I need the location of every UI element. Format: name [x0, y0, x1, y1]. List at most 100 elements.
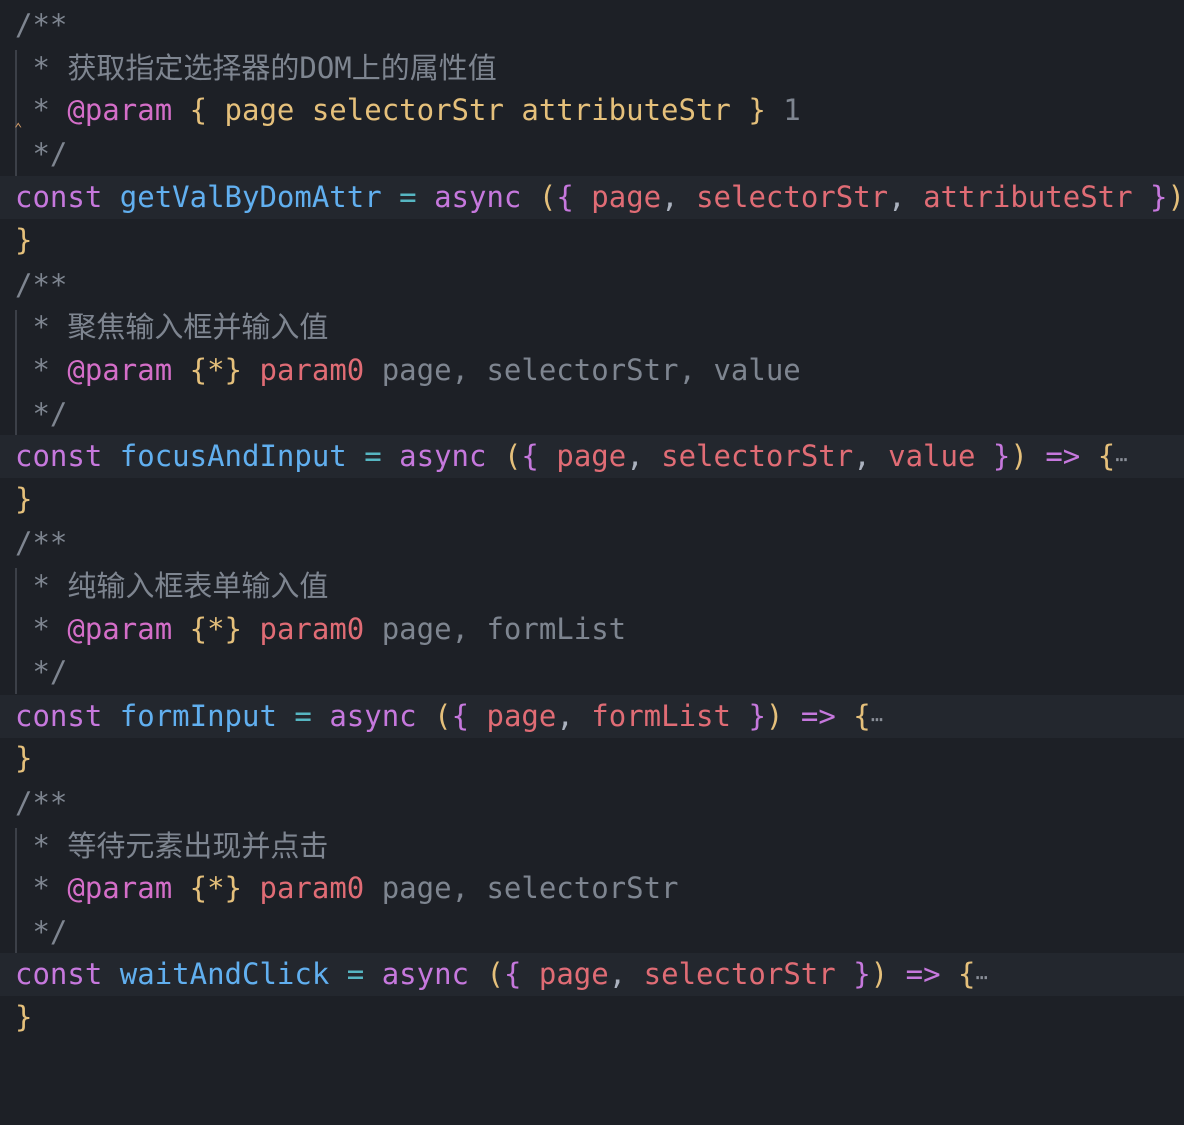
- code-line[interactable]: /**: [0, 4, 1184, 47]
- open-brace: {: [556, 180, 574, 214]
- assign-operator: =: [294, 699, 312, 733]
- param-description: page, formList: [364, 612, 627, 646]
- close-brace: }: [853, 957, 871, 991]
- function-name[interactable]: waitAndClick: [120, 957, 330, 991]
- code-line-current[interactable]: const getValByDomAttr = async ({ page, s…: [0, 176, 1184, 219]
- code-line[interactable]: */: [0, 133, 1184, 176]
- assign-operator: =: [364, 439, 382, 473]
- close-paren: ): [870, 957, 889, 991]
- closing-brace: }: [15, 1000, 33, 1034]
- comment-star: *: [15, 871, 68, 905]
- close-brace: }: [748, 699, 766, 733]
- parameter: selectorStr: [643, 957, 836, 991]
- code-line[interactable]: * 获取指定选择器的DOM上的属性值: [0, 47, 1184, 90]
- code-line[interactable]: * 纯输入框表单输入值: [0, 565, 1184, 608]
- async-keyword: async: [399, 439, 487, 473]
- param-name: param0: [259, 612, 365, 646]
- param-type: {*}: [189, 353, 243, 387]
- code-line[interactable]: */: [0, 393, 1184, 436]
- folded-region-marker[interactable]: ⋯: [975, 965, 987, 989]
- open-paren: (: [486, 957, 504, 991]
- code-line[interactable]: */: [0, 911, 1184, 954]
- body-open-brace: {: [958, 957, 976, 991]
- open-brace: {: [521, 439, 539, 473]
- code-line[interactable]: * 聚焦输入框并输入值: [0, 306, 1184, 349]
- param-type: {*}: [189, 871, 243, 905]
- code-editor[interactable]: /** * 获取指定选择器的DOM上的属性值 * @param { page s…: [0, 0, 1184, 1044]
- close-brace: }: [1150, 180, 1168, 214]
- function-name[interactable]: focusAndInput: [120, 439, 347, 473]
- code-line[interactable]: }: [0, 219, 1184, 262]
- code-line[interactable]: const formInput = async ({ page, formLis…: [0, 695, 1184, 738]
- parameter: page: [538, 957, 609, 991]
- parameter: formList: [591, 699, 731, 733]
- comma: ,: [888, 180, 906, 214]
- comment-star: *: [15, 310, 68, 344]
- open-paren: (: [538, 180, 557, 214]
- param-name: param0: [259, 871, 365, 905]
- param-tag: @param: [67, 612, 173, 646]
- comma: ,: [853, 439, 871, 473]
- function-name[interactable]: formInput: [120, 699, 277, 733]
- doc-comment-open: /**: [15, 786, 68, 820]
- folded-region-marker[interactable]: ⋯: [871, 707, 883, 731]
- comment-star: *: [15, 93, 68, 127]
- code-line[interactable]: }: [0, 478, 1184, 521]
- comment-description: 纯输入框表单输入值: [67, 569, 329, 603]
- code-line[interactable]: * @param {*} param0 page, selectorStr: [0, 867, 1184, 910]
- code-line[interactable]: * @param {*} param0 page, formList: [0, 608, 1184, 651]
- async-keyword: async: [381, 957, 470, 991]
- comment-description: 等待元素出现并点击: [67, 829, 329, 863]
- body-open-brace: {: [853, 699, 871, 733]
- close-paren: ): [765, 699, 784, 733]
- close-brace: }: [992, 439, 1011, 473]
- param-description: page, selectorStr: [364, 871, 679, 905]
- param-name: param0: [259, 353, 365, 387]
- arrow-operator: =>: [1045, 439, 1081, 473]
- code-line[interactable]: * @param {*} param0 page, selectorStr, v…: [0, 349, 1184, 392]
- parameter: value: [888, 439, 976, 473]
- open-paren: (: [434, 699, 452, 733]
- warning-squiggle: ⌃: [14, 121, 23, 137]
- closing-brace: }: [15, 482, 33, 516]
- param-type-open: {: [189, 93, 208, 127]
- code-line[interactable]: /**: [0, 782, 1184, 825]
- code-line[interactable]: /**: [0, 264, 1184, 307]
- parameter: page: [486, 699, 557, 733]
- function-name[interactable]: getValByDomAttr: [120, 180, 382, 214]
- param-type-body: page selectorStr attributeStr: [207, 93, 749, 127]
- code-line[interactable]: }: [0, 737, 1184, 780]
- folded-region-marker[interactable]: ⋯: [1115, 447, 1127, 471]
- doc-comment-close: */: [15, 137, 68, 171]
- comment-star: *: [15, 829, 68, 863]
- param-trailing: 1: [765, 93, 801, 127]
- parameter: attributeStr: [923, 180, 1133, 214]
- closing-brace: }: [15, 223, 33, 257]
- comment-description: 获取指定选择器的DOM上的属性值: [67, 51, 497, 85]
- code-line[interactable]: /**: [0, 522, 1184, 565]
- parameter: selectorStr: [661, 439, 854, 473]
- doc-comment-open: /**: [15, 268, 68, 302]
- code-line[interactable]: const focusAndInput = async ({ page, sel…: [0, 435, 1184, 478]
- comment-star: *: [15, 353, 68, 387]
- closing-brace: }: [15, 741, 33, 775]
- const-keyword: const: [15, 180, 103, 214]
- close-paren: ): [1167, 180, 1184, 214]
- param-description: page, selectorStr, value: [364, 353, 801, 387]
- code-line[interactable]: * 等待元素出现并点击: [0, 825, 1184, 868]
- const-keyword: const: [15, 699, 103, 733]
- comment-star: *: [15, 612, 68, 646]
- param-tag: @param: [67, 871, 173, 905]
- close-paren: ): [1010, 439, 1028, 473]
- comment-description: 聚焦输入框并输入值: [67, 310, 329, 344]
- doc-comment-open: /**: [15, 526, 68, 560]
- open-brace: {: [503, 957, 522, 991]
- doc-comment-close: */: [15, 655, 68, 689]
- comma: ,: [608, 957, 627, 991]
- doc-comment-open: /**: [15, 8, 68, 42]
- code-line[interactable]: }: [0, 996, 1184, 1039]
- code-line[interactable]: const waitAndClick = async ({ page, sele…: [0, 953, 1184, 996]
- param-tag: @param: [67, 353, 173, 387]
- code-line[interactable]: */: [0, 651, 1184, 694]
- code-line[interactable]: * @param { page selectorStr attributeStr…: [0, 89, 1184, 132]
